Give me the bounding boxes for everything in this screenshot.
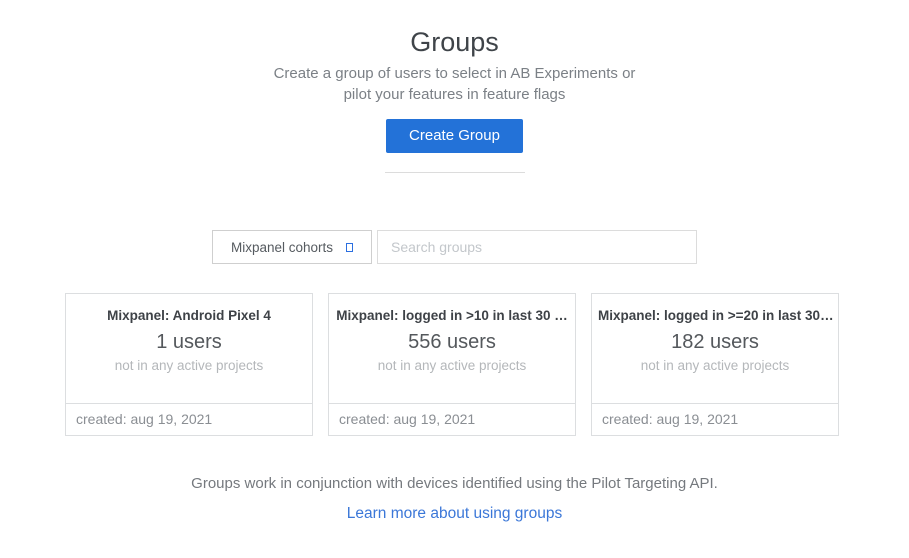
cohort-source-dropdown[interactable]: Mixpanel cohorts <box>212 230 372 264</box>
group-card-status: not in any active projects <box>329 358 575 373</box>
create-group-button[interactable]: Create Group <box>386 119 523 153</box>
groups-page: Groups Create a group of users to select… <box>0 26 909 558</box>
group-cards-row: Mixpanel: Android Pixel 4 1 users not in… <box>65 293 839 436</box>
cohort-source-dropdown-value: Mixpanel cohorts <box>231 240 333 255</box>
filter-row: Mixpanel cohorts <box>212 230 697 264</box>
group-card-created: created: aug 19, 2021 <box>592 403 838 435</box>
group-card-created: created: aug 19, 2021 <box>329 403 575 435</box>
group-users-count: 182 users <box>592 331 838 354</box>
subtitle-line-1: Create a group of users to select in AB … <box>0 63 909 84</box>
group-users-count: 1 users <box>66 331 312 354</box>
footer-info-text: Groups work in conjunction with devices … <box>0 475 909 492</box>
page-title: Groups <box>0 26 909 58</box>
group-card-title: Mixpanel: logged in >=20 in last 30… <box>592 308 838 323</box>
learn-more-link[interactable]: Learn more about using groups <box>0 505 909 523</box>
group-users-count: 556 users <box>329 331 575 354</box>
group-card-status: not in any active projects <box>66 358 312 373</box>
group-card-created: created: aug 19, 2021 <box>66 403 312 435</box>
section-divider <box>385 172 525 173</box>
subtitle-line-2: pilot your features in feature flags <box>0 84 909 105</box>
group-card[interactable]: Mixpanel: logged in >10 in last 30 … 556… <box>328 293 576 436</box>
group-card-status: not in any active projects <box>592 358 838 373</box>
square-outline-icon <box>346 243 353 252</box>
group-card-body: Mixpanel: Android Pixel 4 1 users not in… <box>66 294 312 403</box>
create-group-button-row: Create Group <box>0 119 909 153</box>
page-subtitle: Create a group of users to select in AB … <box>0 63 909 105</box>
group-card-body: Mixpanel: logged in >=20 in last 30… 182… <box>592 294 838 403</box>
group-card[interactable]: Mixpanel: Android Pixel 4 1 users not in… <box>65 293 313 436</box>
group-card[interactable]: Mixpanel: logged in >=20 in last 30… 182… <box>591 293 839 436</box>
group-card-body: Mixpanel: logged in >10 in last 30 … 556… <box>329 294 575 403</box>
group-card-title: Mixpanel: logged in >10 in last 30 … <box>329 308 575 323</box>
group-card-title: Mixpanel: Android Pixel 4 <box>66 308 312 323</box>
search-input[interactable] <box>377 230 697 264</box>
